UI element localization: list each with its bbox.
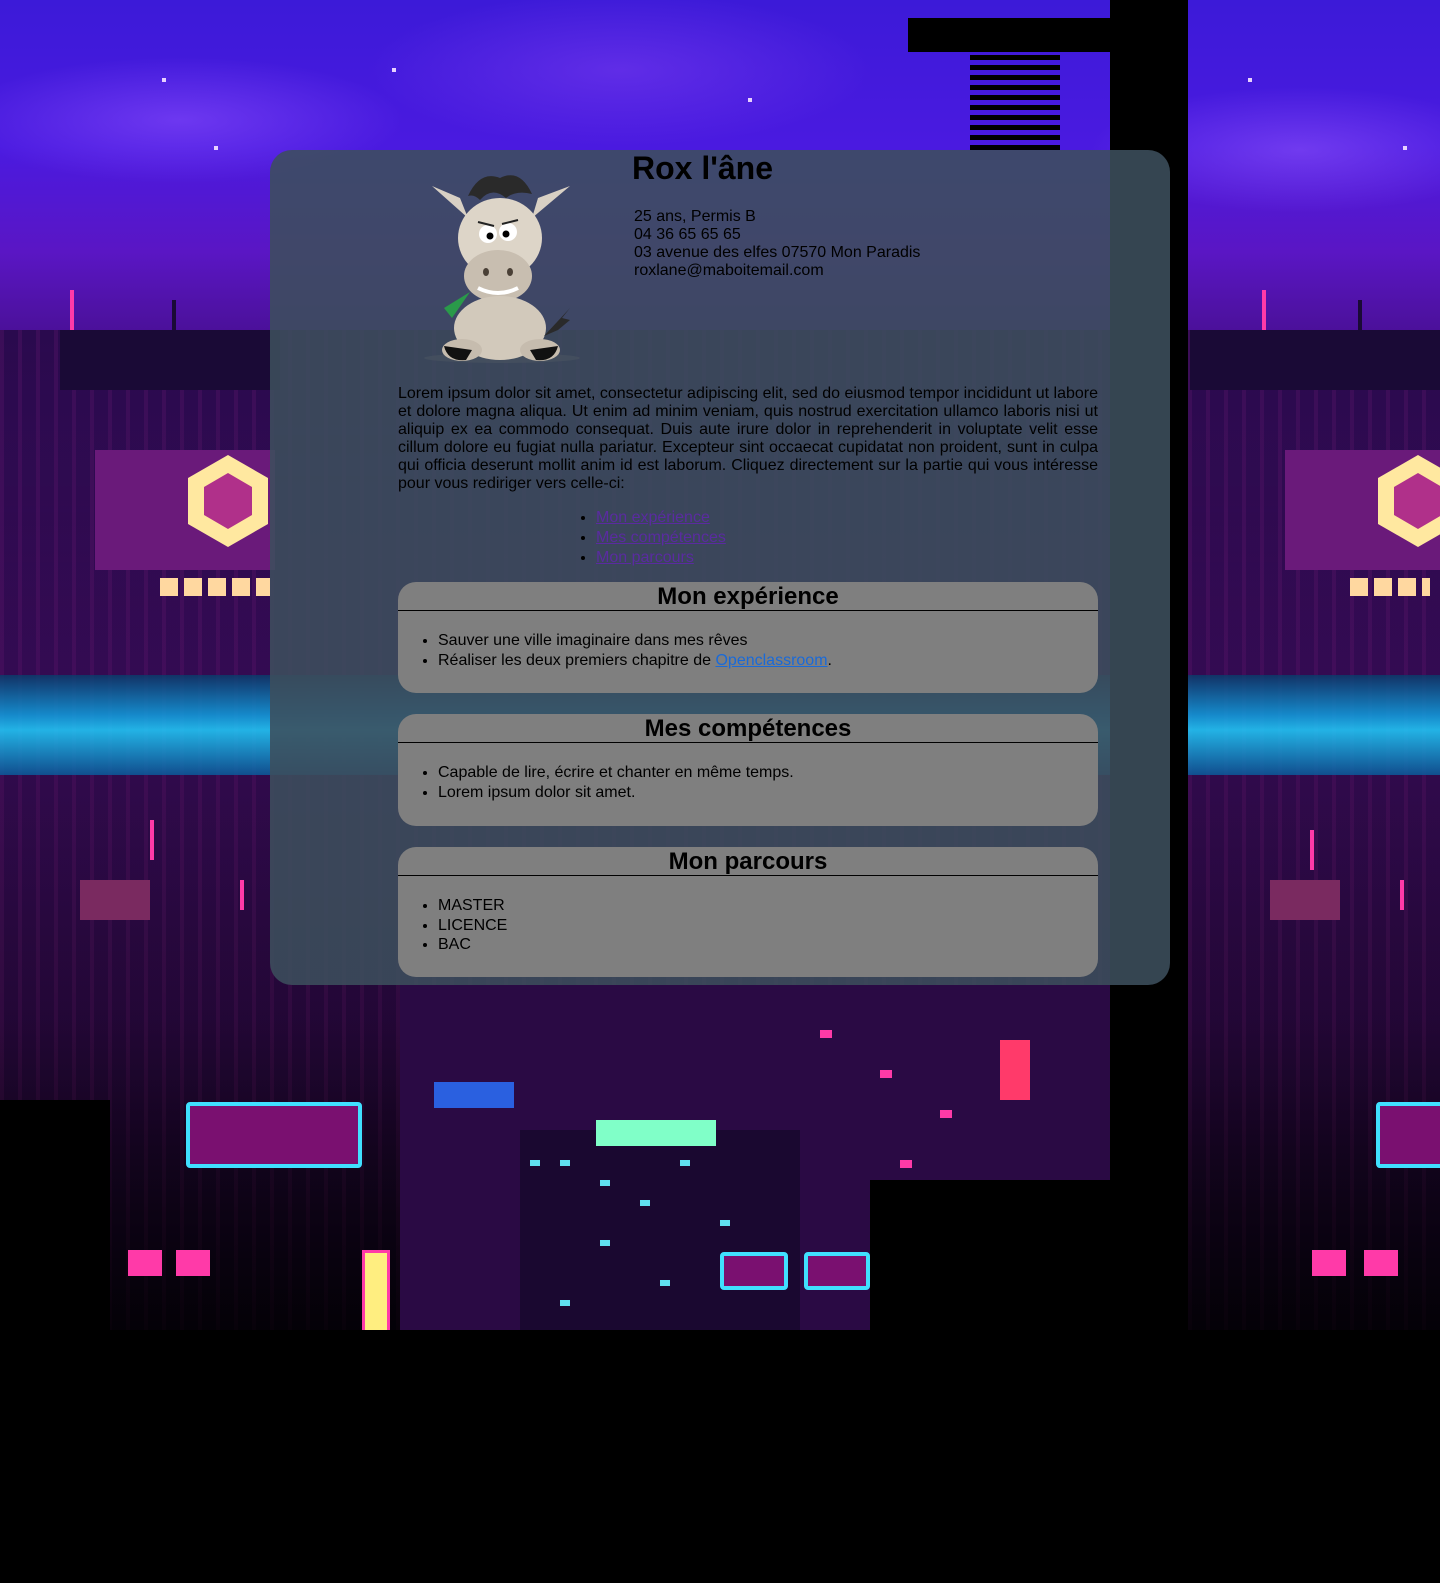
- toc-link-path[interactable]: Mon parcours: [596, 549, 694, 566]
- neon-glyphs: [1350, 578, 1430, 596]
- section-title: Mon expérience: [398, 582, 1098, 611]
- neon-light: [1364, 1250, 1398, 1276]
- email: roxlane@maboitemail.com: [634, 262, 824, 279]
- neon-glyphs: [160, 578, 270, 596]
- address: 03 avenue des elfes 07570 Mon Paradis: [634, 244, 921, 261]
- openclassroom-link[interactable]: Openclassroom: [715, 652, 827, 669]
- list-item: Sauver une ville imaginaire dans mes rêv…: [438, 631, 1098, 651]
- section-title: Mon parcours: [398, 847, 1098, 876]
- neon-sign: [720, 1252, 788, 1290]
- intro-paragraph: Lorem ipsum dolor sit amet, consectetur …: [398, 385, 1098, 492]
- star: [162, 78, 166, 82]
- section-title: Mes compétences: [398, 714, 1098, 743]
- window: [720, 1220, 730, 1226]
- neon-streak: [240, 880, 244, 910]
- list-item: LICENCE: [438, 916, 1098, 936]
- list-text: .: [827, 651, 832, 669]
- star: [1403, 146, 1407, 150]
- neon-sign: [804, 1252, 870, 1290]
- neon-billboard: [186, 1102, 362, 1168]
- list-item: Capable de lire, écrire et chanter en mê…: [438, 763, 1098, 783]
- list-item: BAC: [438, 935, 1098, 955]
- experience-list: Sauver une ville imaginaire dans mes rêv…: [398, 631, 1098, 670]
- building-block: [1270, 880, 1340, 920]
- window: [660, 1280, 670, 1286]
- rooftop: [1190, 330, 1440, 390]
- contact-details: 25 ans, Permis B 04 36 65 65 65 03 avenu…: [634, 208, 920, 280]
- neon-sign-red: [1000, 1040, 1030, 1100]
- toc-link-experience[interactable]: Mon expérience: [596, 509, 710, 526]
- building-silhouette: [0, 1100, 110, 1400]
- star: [748, 98, 752, 102]
- neon-light: [176, 1250, 210, 1276]
- window: [640, 1200, 650, 1206]
- section-skills: Mes compétences Capable de lire, écrire …: [398, 714, 1098, 826]
- neon-sign-blue: [434, 1082, 514, 1108]
- antenna: [172, 300, 176, 360]
- toc-item: Mes compétences: [596, 528, 726, 548]
- cv-card: Rox l'âne 25 ans, Permis B 04 36 65 65 6…: [270, 150, 1170, 985]
- toc-item: Mon expérience: [596, 508, 726, 528]
- neon-streak: [1400, 880, 1404, 910]
- antenna: [1358, 300, 1362, 360]
- neon-light: [1312, 1250, 1346, 1276]
- list-item: Lorem ipsum dolor sit amet.: [438, 783, 1098, 803]
- fire-escape-stairs: [970, 50, 1060, 150]
- neon-streak: [150, 820, 154, 860]
- window: [940, 1110, 952, 1118]
- window: [880, 1070, 892, 1078]
- phone-number: 04 36 65 65 65: [634, 226, 741, 243]
- tower-balcony: [908, 18, 1113, 52]
- list-text: Réaliser les deux premiers chapitre de: [438, 651, 716, 669]
- star: [214, 146, 218, 150]
- foreground-silhouette: [0, 1330, 1440, 1583]
- list-item: MASTER: [438, 896, 1098, 916]
- star: [1248, 78, 1252, 82]
- window: [560, 1300, 570, 1306]
- table-of-contents: Mon expérience Mes compétences Mon parco…: [576, 508, 726, 568]
- toc-item: Mon parcours: [596, 548, 726, 568]
- window: [820, 1030, 832, 1038]
- window: [600, 1240, 610, 1246]
- age-license: 25 ans, Permis B: [634, 208, 756, 225]
- window: [600, 1180, 610, 1186]
- list-item: Réaliser les deux premiers chapitre de O…: [438, 651, 1098, 671]
- window: [560, 1160, 570, 1166]
- antenna: [70, 290, 74, 330]
- path-list: MASTER LICENCE BAC: [398, 896, 1098, 955]
- star: [392, 68, 396, 72]
- neon-streak: [1310, 830, 1314, 870]
- window: [900, 1160, 912, 1168]
- neon-sign-green: [596, 1120, 716, 1146]
- rooftop: [60, 330, 280, 390]
- toc-link-skills[interactable]: Mes compétences: [596, 529, 726, 546]
- profile-name: Rox l'âne: [632, 150, 773, 186]
- skills-list: Capable de lire, écrire et chanter en mê…: [398, 763, 1098, 802]
- section-experience: Mon expérience Sauver une ville imaginai…: [398, 582, 1098, 693]
- building-silhouette: [870, 1180, 1110, 1340]
- neon-light: [128, 1250, 162, 1276]
- antenna: [1262, 290, 1266, 330]
- neon-billboard: [1376, 1102, 1440, 1168]
- building-block: [80, 880, 150, 920]
- window: [680, 1160, 690, 1166]
- donkey-avatar: [424, 175, 580, 363]
- window: [530, 1160, 540, 1166]
- section-path: Mon parcours MASTER LICENCE BAC: [398, 847, 1098, 977]
